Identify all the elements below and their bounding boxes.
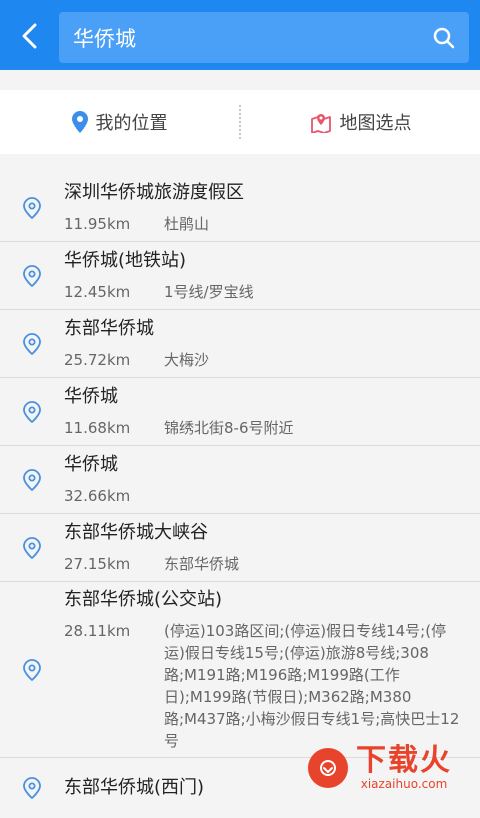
result-item[interactable]: 东部华侨城大峡谷 27.15km 东部华侨城 (0, 514, 480, 582)
top-bar (0, 0, 480, 70)
my-location-label: 我的位置 (95, 113, 168, 134)
watermark-subtitle: xiazaihuo.com (360, 777, 448, 791)
result-address: (停运)103路区间;(停运)假日专线14号;(停运)假日专线15号;(停运)旅… (164, 621, 460, 750)
back-arrow-icon (22, 23, 37, 49)
search-box (59, 12, 469, 63)
my-location-button[interactable]: 我的位置 (0, 90, 239, 154)
search-input[interactable] (59, 12, 419, 63)
result-address: 杜鹃山 (164, 214, 210, 233)
result-address: 锦绣北街8-6号附近 (164, 418, 294, 437)
search-button[interactable] (419, 12, 469, 63)
result-distance: 12.45km (64, 282, 131, 301)
result-distance: 11.68km (64, 418, 131, 437)
result-item[interactable]: 深圳华侨城旅游度假区 11.95km 杜鹃山 (0, 174, 480, 242)
result-distance: 27.15km (64, 554, 131, 573)
result-name: 深圳华侨城旅游度假区 (64, 181, 244, 203)
location-outline-icon (23, 468, 41, 491)
result-address: 1号线/罗宝线 (164, 282, 254, 301)
result-name: 东部华侨城大峡谷 (64, 521, 208, 543)
location-outline-icon (23, 332, 41, 355)
result-address: 东部华侨城 (164, 554, 240, 573)
result-name: 东部华侨城 (64, 317, 154, 339)
fire-icon (320, 760, 336, 776)
result-distance: 25.72km (64, 350, 131, 369)
result-distance: 32.66km (64, 486, 131, 505)
result-item[interactable]: 华侨城(地铁站) 12.45km 1号线/罗宝线 (0, 242, 480, 310)
location-outline-icon (23, 536, 41, 559)
result-distance: 11.95km (64, 214, 131, 233)
result-distance: 28.11km (64, 621, 131, 640)
map-pick-button[interactable]: 地图选点 (241, 90, 480, 154)
result-item[interactable]: 东部华侨城(公交站) 28.11km (停运)103路区间;(停运)假日专线14号… (0, 582, 480, 758)
result-address: 大梅沙 (164, 350, 210, 369)
result-name: 华侨城 (64, 385, 118, 407)
result-item[interactable]: 华侨城 32.66km (0, 446, 480, 514)
result-name: 华侨城(地铁站) (64, 249, 187, 271)
location-options-bar: 我的位置 地图选点 (0, 90, 480, 154)
result-item[interactable]: 华侨城 11.68km 锦绣北街8-6号附近 (0, 378, 480, 446)
watermark-logo (308, 748, 348, 788)
location-outline-icon (23, 658, 41, 681)
result-item[interactable]: 东部华侨城 25.72km 大梅沙 (0, 310, 480, 378)
location-outline-icon (23, 777, 41, 799)
search-icon (433, 27, 455, 48)
back-button[interactable] (12, 18, 48, 54)
watermark-title: 下载火 (356, 743, 452, 778)
result-name: 华侨城 (64, 453, 118, 475)
search-results-list: 深圳华侨城旅游度假区 11.95km 杜鹃山 华侨城(地铁站) 12.45km 1号… (0, 174, 480, 818)
map-pick-label: 地图选点 (339, 113, 412, 134)
watermark: 下载火 xiazaihuo.com (280, 736, 480, 800)
location-outline-icon (23, 400, 41, 423)
location-outline-icon (23, 196, 41, 219)
location-outline-icon (23, 264, 41, 287)
map-pin-icon (310, 114, 331, 133)
location-pin-icon (71, 111, 88, 133)
result-address (164, 485, 464, 507)
result-name: 东部华侨城(公交站) (64, 588, 223, 610)
